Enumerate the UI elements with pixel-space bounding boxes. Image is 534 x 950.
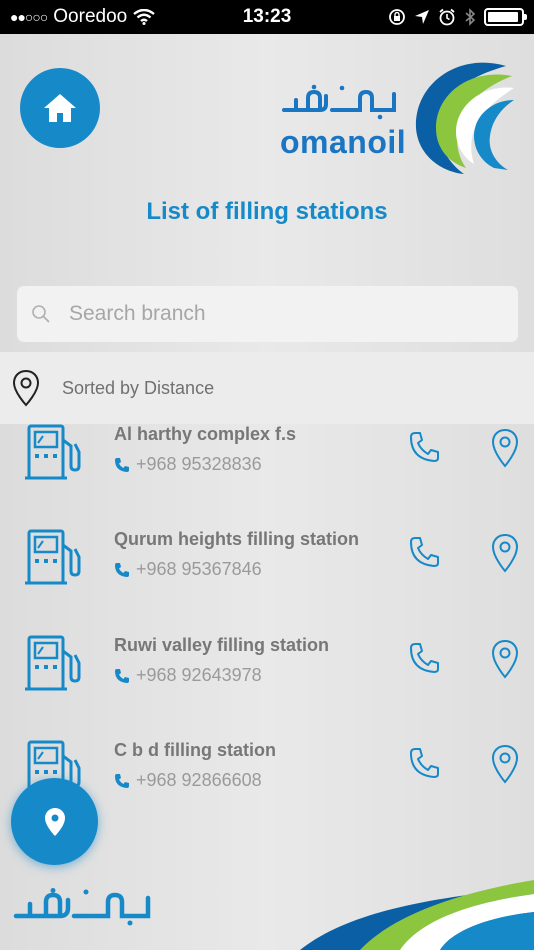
list-item[interactable]: Qurum heights filling station +968 95367… (0, 517, 534, 622)
map-pin-icon[interactable] (490, 744, 520, 784)
phone-small-icon (115, 457, 129, 472)
phone-small-icon (115, 668, 129, 683)
signal-strength-icon: ●●○○○ (10, 9, 48, 25)
omanoil-logo: omanoil (280, 58, 520, 178)
carrier-name: Ooredoo (53, 6, 128, 27)
map-pin-icon[interactable] (490, 639, 520, 679)
search-icon (32, 305, 50, 323)
bluetooth-icon (465, 8, 476, 26)
phone-small-icon (115, 562, 129, 577)
phone-icon[interactable] (408, 535, 442, 569)
fuel-pump-icon (25, 424, 81, 480)
location-pin-icon (12, 369, 40, 407)
wifi-icon (133, 9, 155, 25)
location-arrow-icon (415, 10, 429, 24)
phone-icon[interactable] (408, 430, 442, 464)
map-view-button[interactable] (11, 778, 98, 865)
sort-bar[interactable]: Sorted by Distance (0, 352, 534, 424)
arabic-logo-icon (282, 84, 396, 120)
home-button[interactable] (20, 68, 100, 148)
location-pin-icon (44, 807, 65, 836)
page-title: List of filling stations (146, 198, 388, 225)
battery-icon (484, 8, 527, 26)
phone-icon[interactable] (408, 641, 442, 675)
fuel-pump-icon (25, 635, 81, 691)
fuel-pump-icon (25, 529, 81, 585)
phone-number: +968 92643978 (136, 665, 262, 685)
station-name: Al harthy complex f.s (114, 424, 297, 444)
station-name: Ruwi valley filling station (114, 635, 330, 655)
status-left: ●●○○○ Ooredoo (10, 6, 155, 28)
rotation-lock-icon (389, 9, 405, 25)
station-phone: +968 95328836 (114, 454, 262, 475)
logo-mark-icon (415, 62, 514, 174)
logo-text: omanoil (280, 124, 407, 160)
station-phone: +968 92866608 (114, 770, 262, 791)
phone-number: +968 92866608 (136, 770, 262, 790)
status-right (388, 8, 527, 26)
map-pin-icon[interactable] (490, 533, 520, 573)
phone-number: +968 95367846 (136, 559, 262, 579)
station-name: C b d filling station (114, 740, 276, 760)
map-pin-icon[interactable] (490, 428, 520, 468)
search-input[interactable] (69, 302, 489, 326)
battery-level (488, 12, 519, 22)
phone-number: +968 95328836 (136, 454, 262, 474)
station-phone: +968 95367846 (114, 559, 262, 580)
search-bar[interactable] (17, 286, 518, 342)
phone-small-icon (115, 773, 129, 788)
footer-logo-icon (13, 888, 151, 926)
sort-label: Sorted by Distance (62, 377, 215, 398)
phone-icon[interactable] (408, 746, 442, 780)
home-icon (44, 94, 76, 122)
list-item[interactable]: Al harthy complex f.s +968 95328836 (0, 412, 534, 517)
footer-wave-decoration (300, 880, 534, 950)
station-name: Qurum heights filling station (114, 529, 359, 549)
station-phone: +968 92643978 (114, 665, 262, 686)
list-item[interactable]: Ruwi valley filling station +968 9264397… (0, 623, 534, 728)
status-bar: ●●○○○ Ooredoo 13:23 (0, 0, 534, 34)
alarm-icon (439, 8, 455, 26)
